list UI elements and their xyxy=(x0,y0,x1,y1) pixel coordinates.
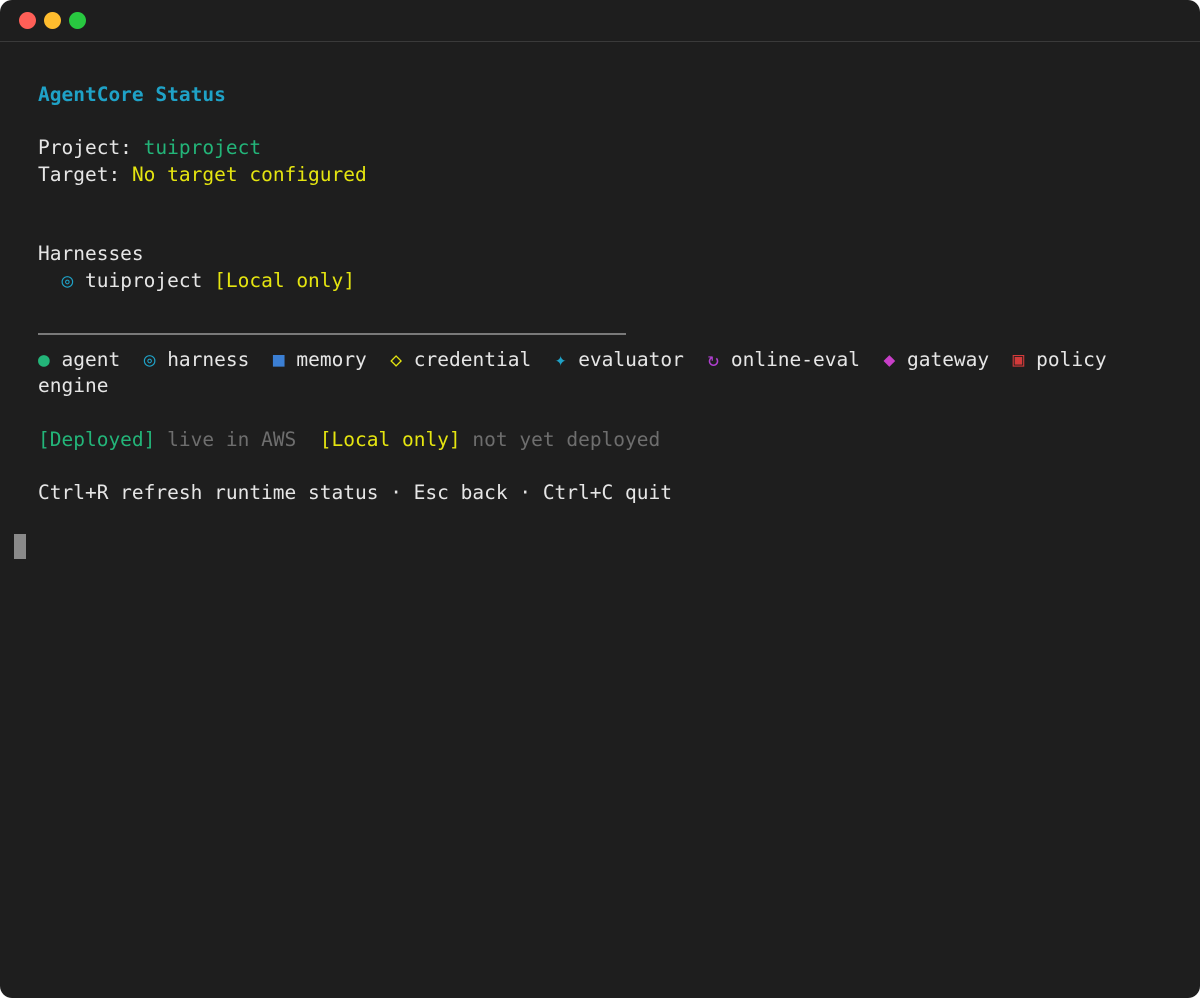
legend-label: harness xyxy=(167,348,250,371)
target-row: Target: No target configured xyxy=(38,162,367,188)
legend-label: evaluator xyxy=(578,348,684,371)
shortcut-hint: Ctrl+R refresh runtime status · Esc back… xyxy=(38,481,672,504)
evaluator-icon: ✦ xyxy=(554,348,567,371)
legend-label: online-eval xyxy=(730,348,860,371)
policy-icon: ▣ xyxy=(1012,348,1025,371)
legend-label: agent xyxy=(61,348,121,371)
legend-row: ● agent ◎ harness ■ memory ◇ credential … xyxy=(38,347,1107,373)
project-label: Project: xyxy=(38,136,132,159)
terminal-content: AgentCore Status Project: tuiproject Tar… xyxy=(38,0,1200,504)
legend-label: gateway xyxy=(906,348,990,371)
online-eval-icon: ↻ xyxy=(707,348,720,371)
credential-icon: ◇ xyxy=(390,348,403,371)
legend-label: memory xyxy=(296,348,367,371)
project-value: tuiproject xyxy=(143,136,262,159)
target-value: No target configured xyxy=(131,163,367,186)
harness-name: tuiproject xyxy=(84,269,203,292)
deployed-desc: live in AWS xyxy=(167,428,297,451)
harness-icon: ◎ xyxy=(143,348,156,371)
status-legend-row: [Deployed] live in AWS [Local only] not … xyxy=(38,427,660,453)
harness-item: ◎ tuiproject [Local only] xyxy=(38,268,355,294)
close-button[interactable] xyxy=(19,12,36,29)
divider xyxy=(38,333,626,335)
legend-label: credential xyxy=(413,348,532,371)
terminal-window: AgentCore Status Project: tuiproject Tar… xyxy=(0,0,1200,998)
legend-label: policy xyxy=(1036,348,1107,371)
terminal-cursor xyxy=(14,534,26,559)
harness-status: [Local only] xyxy=(214,269,356,292)
harness-icon: ◎ xyxy=(61,269,74,292)
deployed-tag: [Deployed] xyxy=(38,428,156,451)
memory-icon: ■ xyxy=(272,348,285,371)
harnesses-heading: Harnesses xyxy=(38,242,144,265)
agent-icon: ● xyxy=(38,348,50,371)
local-desc: not yet deployed xyxy=(472,428,661,451)
page-title: AgentCore Status xyxy=(38,83,226,106)
gateway-icon: ◆ xyxy=(883,348,896,371)
project-row: Project: tuiproject xyxy=(38,135,261,161)
local-tag: [Local only] xyxy=(319,428,461,451)
legend-wrap: engine xyxy=(38,374,109,397)
target-label: Target: xyxy=(38,163,121,186)
